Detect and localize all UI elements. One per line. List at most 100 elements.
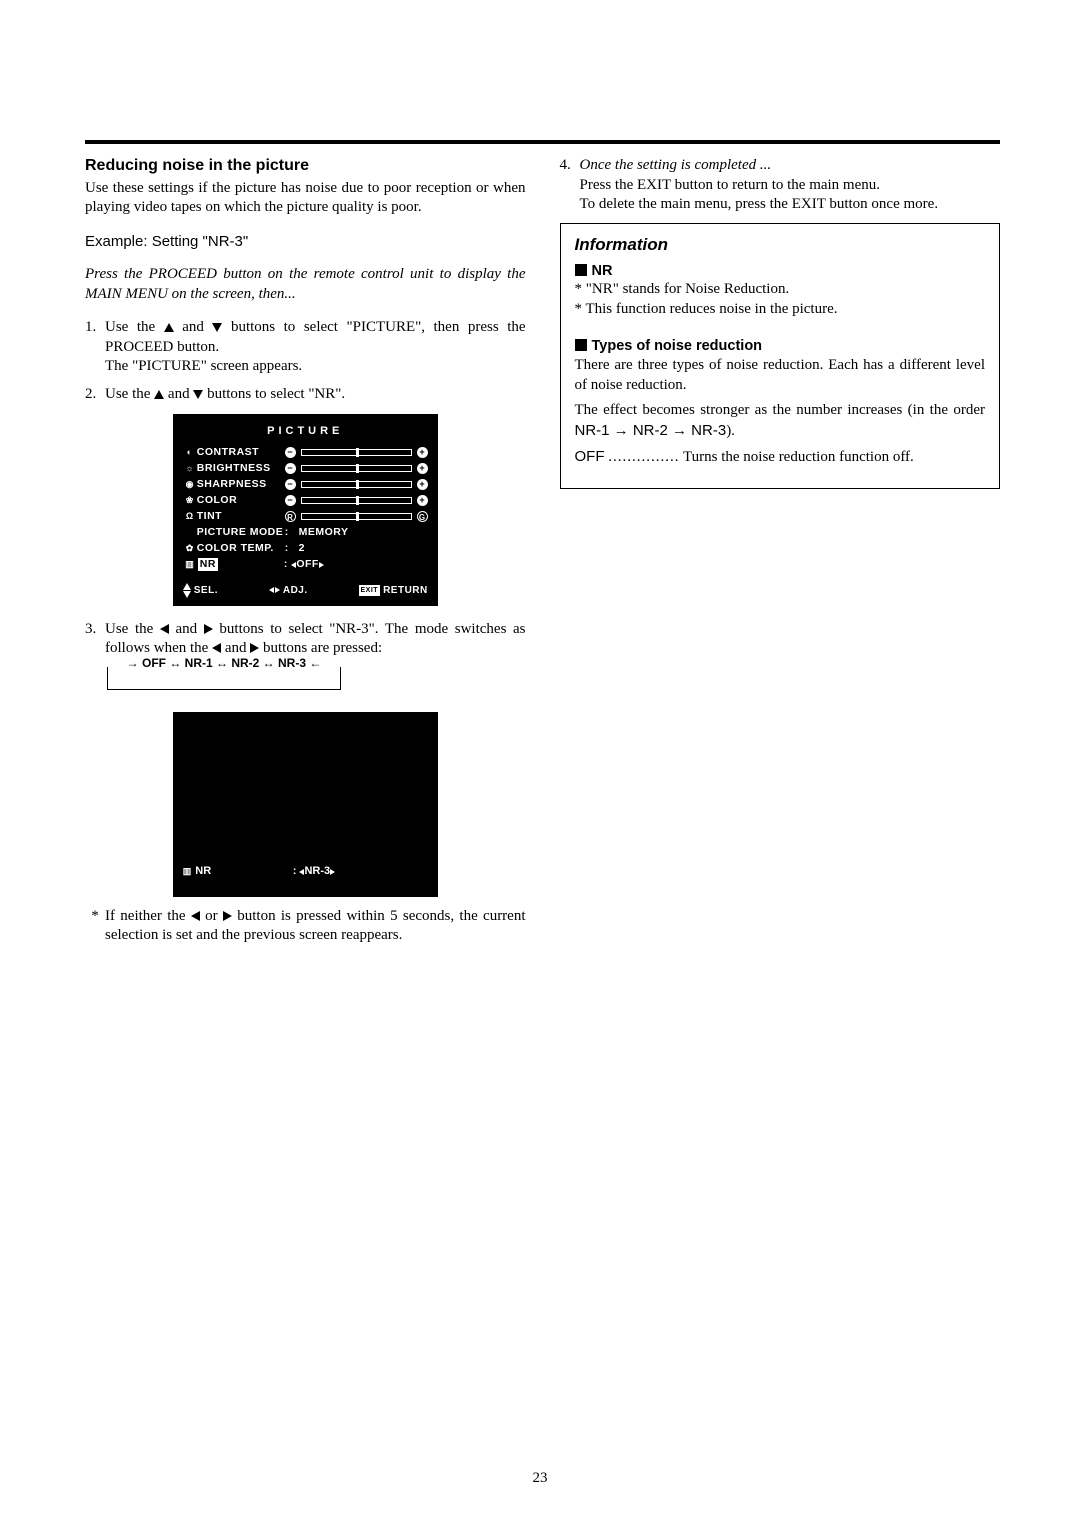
- page: Reducing noise in the picture Use these …: [0, 0, 1080, 1528]
- plus-icon: +: [417, 495, 428, 506]
- r-icon: R: [285, 511, 296, 522]
- section-heading: Reducing noise in the picture: [85, 156, 526, 177]
- sel: SEL.: [183, 583, 218, 598]
- v: OFF: [296, 558, 319, 570]
- osd-title: PICTURE: [183, 424, 428, 438]
- step-num: 3.: [85, 620, 105, 659]
- v: NR-3: [304, 865, 330, 877]
- types-section: Types of noise reduction There are three…: [575, 337, 986, 467]
- adj: ADJ.: [269, 584, 308, 597]
- minus-icon: −: [285, 463, 296, 474]
- t: NR: [592, 263, 613, 279]
- example-line: Example: Setting "NR-3": [85, 232, 526, 252]
- triangle-up-icon: [154, 390, 164, 399]
- lbl: COLOR: [197, 494, 285, 508]
- step-3: 3. Use the and buttons to select "NR-3".…: [85, 620, 526, 659]
- lbl: NR: [198, 558, 218, 572]
- t: Use the: [105, 319, 164, 335]
- osd-picture-panel: PICTURE ◐ CONTRAST −+ ☼ BRIGHTNESS −+ ◉ …: [173, 414, 438, 605]
- triangle-right-icon: [204, 624, 213, 634]
- triangle-right-icon: [330, 869, 335, 875]
- lbl: TINT: [197, 510, 285, 524]
- t: Once the setting is completed ...: [580, 157, 772, 173]
- two-columns: Reducing noise in the picture Use these …: [85, 156, 1000, 946]
- t: Use the: [105, 621, 160, 637]
- slider-icon: [301, 449, 412, 456]
- t: ).: [726, 423, 735, 439]
- minus-icon: −: [285, 447, 296, 458]
- t: NR-1 → NR-2 → NR-3: [575, 422, 727, 439]
- note-list: * If neither the or button is pressed wi…: [85, 907, 526, 946]
- osd-blank-area: [173, 887, 438, 897]
- plus-icon: +: [417, 447, 428, 458]
- step-body: Use the and buttons to select "NR-3". Th…: [105, 620, 526, 659]
- triangle-down-icon: [193, 390, 203, 399]
- t: The effect becomes stronger as the numbe…: [575, 402, 986, 418]
- val: : 2: [285, 542, 428, 556]
- types-p2: The effect becomes stronger as the numbe…: [575, 401, 986, 441]
- slider-icon: [301, 513, 412, 520]
- t: SEL.: [194, 584, 218, 597]
- step-list: 1. Use the and buttons to select "PICTUR…: [85, 318, 526, 404]
- square-icon: [575, 339, 587, 351]
- v: 2: [299, 542, 305, 556]
- lbl: ▥NR: [183, 864, 293, 878]
- osd-colortemp-row: ✿ COLOR TEMP. : 2: [183, 541, 428, 557]
- off-label: OFF: [575, 448, 605, 465]
- rule: [85, 140, 1000, 144]
- t: and: [225, 640, 250, 656]
- triangle-left-icon: [269, 587, 274, 593]
- osd-sharpness-row: ◉ SHARPNESS −+: [183, 477, 428, 493]
- return: EXIT RETURN: [359, 584, 428, 597]
- v: MEMORY: [299, 526, 349, 540]
- t: * This function reduces noise in the pic…: [575, 300, 986, 320]
- plus-icon: +: [417, 479, 428, 490]
- right-column: 4. Once the setting is completed ... Pre…: [560, 156, 1001, 946]
- palette-icon: ✿: [183, 543, 197, 555]
- intro-text: Use these settings if the picture has no…: [85, 179, 526, 218]
- info-subheading: Types of noise reduction: [575, 337, 986, 356]
- step-4: 4. Once the setting is completed ... Pre…: [560, 156, 1001, 215]
- osd-tint-row: Ω TINT R G: [183, 509, 428, 525]
- cycle-box: → OFF ↔ NR-1 ↔ NR-2 ↔ NR-3 ←: [107, 667, 341, 690]
- step-body: Once the setting is completed ... Press …: [580, 156, 1001, 215]
- preface: Press the PROCEED button on the remote c…: [85, 265, 526, 304]
- t: Use the: [105, 386, 154, 402]
- osd-nr-row: ▥ NR : OFF: [183, 557, 428, 573]
- triangle-right-icon: [319, 562, 324, 568]
- step-body: Use the and buttons to select "NR".: [105, 385, 526, 405]
- osd-nr-panel: ▥NR : NR-3: [173, 712, 438, 897]
- step-num: 4.: [560, 156, 580, 215]
- step-2: 2. Use the and buttons to select "NR".: [85, 385, 526, 405]
- nr-icon: ▥: [183, 559, 197, 571]
- nr-icon: ▥: [183, 866, 192, 878]
- t: * "NR" stands for Noise Reduction.: [575, 280, 986, 300]
- t: There are three types of noise reduction…: [575, 356, 986, 395]
- square-icon: [575, 264, 587, 276]
- t: ADJ.: [283, 584, 308, 597]
- triangle-down-icon: [212, 323, 222, 332]
- osd-brightness-row: ☼ BRIGHTNESS −+: [183, 461, 428, 477]
- osd-color-row: ❀ COLOR −+: [183, 493, 428, 509]
- osd2-nr-row: ▥NR : NR-3: [173, 857, 438, 887]
- brightness-icon: ☼: [183, 463, 197, 475]
- t: RETURN: [383, 584, 428, 597]
- tint-icon: Ω: [183, 511, 197, 523]
- g-icon: G: [417, 511, 428, 522]
- exit-badge: EXIT: [359, 585, 381, 596]
- info-subheading: NR: [575, 262, 986, 281]
- information-box: Information NR * "NR" stands for Noise R…: [560, 223, 1001, 489]
- triangle-right-icon: [250, 643, 259, 653]
- t: Press the EXIT button to return to the m…: [580, 176, 1001, 196]
- slider-icon: [301, 481, 412, 488]
- triangle-left-icon: [160, 624, 169, 634]
- off-line: OFF Turns the noise reduction function o…: [575, 447, 986, 468]
- t: The "PICTURE" screen appears.: [105, 357, 526, 377]
- info-title: Information: [575, 234, 986, 256]
- sharpness-icon: ◉: [183, 479, 197, 491]
- t: To delete the main menu, press the EXIT …: [580, 195, 1001, 215]
- slider-icon: [301, 465, 412, 472]
- step-1: 1. Use the and buttons to select "PICTUR…: [85, 318, 526, 377]
- osd-blank-area: [173, 712, 438, 857]
- triangle-up-icon: [164, 323, 174, 332]
